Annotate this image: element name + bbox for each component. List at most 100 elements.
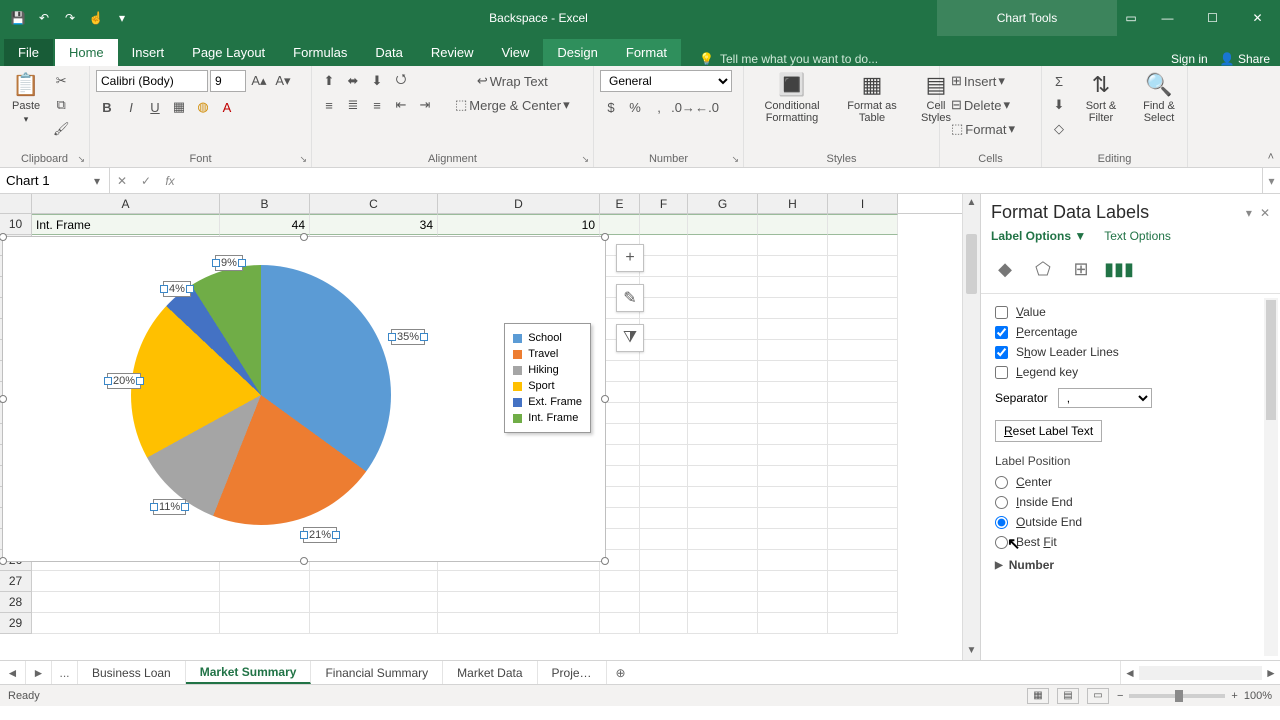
cut-icon[interactable]: ✂ <box>50 70 72 92</box>
cell[interactable] <box>828 550 898 571</box>
col-header[interactable]: A <box>32 194 220 213</box>
cell[interactable] <box>758 319 828 340</box>
col-header[interactable]: F <box>640 194 688 213</box>
cell[interactable] <box>600 508 640 529</box>
cell[interactable] <box>828 382 898 403</box>
cell[interactable] <box>758 592 828 613</box>
cell[interactable] <box>688 508 758 529</box>
border-button[interactable]: ▦ <box>168 96 190 118</box>
cell[interactable] <box>32 571 220 592</box>
cell[interactable] <box>640 235 688 256</box>
autosum-icon[interactable]: Σ <box>1048 70 1070 92</box>
tell-me-search[interactable]: 💡 Tell me what you want to do... <box>681 52 1171 66</box>
cell[interactable] <box>758 613 828 634</box>
view-normal-icon[interactable]: ▦ <box>1027 688 1049 704</box>
cell[interactable] <box>828 277 898 298</box>
font-name-combo[interactable] <box>96 70 208 92</box>
enter-formula-icon[interactable]: ✓ <box>134 168 158 193</box>
sheet-tab[interactable]: Business Loan <box>78 661 186 684</box>
number-section-header[interactable]: ▶ Number ↖ <box>995 552 1272 572</box>
cell[interactable]: 10 <box>438 214 600 235</box>
cell[interactable] <box>32 613 220 634</box>
cell[interactable] <box>828 571 898 592</box>
data-label[interactable]: 21% <box>303 527 337 543</box>
pane-scroll-thumb[interactable] <box>1266 300 1276 420</box>
cell[interactable] <box>758 277 828 298</box>
cell[interactable] <box>828 403 898 424</box>
orientation-icon[interactable]: ⭯ <box>390 70 412 92</box>
cell[interactable] <box>758 550 828 571</box>
insert-cells-button[interactable]: ⊞ Insert ▾ <box>946 70 1010 92</box>
separator-select[interactable]: , <box>1058 388 1152 408</box>
grow-font-icon[interactable]: A▴ <box>248 70 270 92</box>
cell[interactable] <box>688 277 758 298</box>
formula-input[interactable] <box>182 168 1262 193</box>
format-as-table-button[interactable]: ▦Format as Table <box>838 70 906 126</box>
tab-format[interactable]: Format <box>612 39 681 66</box>
cell[interactable] <box>640 613 688 634</box>
font-size-combo[interactable] <box>210 70 246 92</box>
pane-options-icon[interactable]: ▾ <box>1246 206 1252 220</box>
zoom-level[interactable]: 100% <box>1244 690 1272 702</box>
indent-dec-icon[interactable]: ⇤ <box>390 94 412 116</box>
cell[interactable] <box>310 613 438 634</box>
resize-handle[interactable] <box>300 557 308 565</box>
number-launcher-icon[interactable]: ↘ <box>731 154 739 165</box>
scroll-up-icon[interactable]: ▲ <box>963 194 980 212</box>
cell[interactable] <box>640 466 688 487</box>
cell[interactable] <box>758 214 828 235</box>
chart-object[interactable]: 35% 21% 11% 20% 4% 9% School Travel Hiki… <box>2 236 606 562</box>
cell[interactable] <box>828 319 898 340</box>
percentage-checkbox[interactable]: Percentage <box>995 322 1272 342</box>
maximize-icon[interactable]: ☐ <box>1190 0 1235 36</box>
scroll-thumb[interactable] <box>966 234 977 294</box>
tab-page-layout[interactable]: Page Layout <box>178 39 279 66</box>
cell[interactable] <box>688 214 758 235</box>
zoom-slider[interactable] <box>1129 694 1225 698</box>
cell[interactable] <box>688 592 758 613</box>
pie-chart[interactable] <box>131 265 391 525</box>
sheet-tab[interactable]: Financial Summary <box>311 661 443 684</box>
cell[interactable] <box>758 424 828 445</box>
cell[interactable] <box>600 529 640 550</box>
find-select-button[interactable]: 🔍Find & Select <box>1132 70 1186 126</box>
tab-more-icon[interactable]: ... <box>52 661 78 684</box>
cell[interactable] <box>640 550 688 571</box>
cell[interactable] <box>828 592 898 613</box>
conditional-formatting-button[interactable]: 🔳Conditional Formatting <box>750 70 834 126</box>
cell[interactable] <box>758 382 828 403</box>
cell[interactable] <box>600 445 640 466</box>
cell[interactable] <box>688 319 758 340</box>
select-all-button[interactable] <box>0 194 32 213</box>
chart-elements-button[interactable]: + <box>616 244 644 272</box>
sheet-tab[interactable]: Proje… <box>538 661 607 684</box>
percent-icon[interactable]: % <box>624 96 646 118</box>
row-header[interactable]: 10 <box>0 214 32 235</box>
cell[interactable] <box>438 592 600 613</box>
cell[interactable] <box>220 592 310 613</box>
cell[interactable]: 34 <box>310 214 438 235</box>
chart-filters-button[interactable]: ⧩ <box>616 324 644 352</box>
chart-legend[interactable]: School Travel Hiking Sport Ext. Frame In… <box>504 323 591 433</box>
cell[interactable] <box>828 508 898 529</box>
cell[interactable] <box>828 298 898 319</box>
cell[interactable] <box>688 550 758 571</box>
zoom-in-icon[interactable]: + <box>1231 690 1237 702</box>
cell[interactable] <box>758 487 828 508</box>
cell[interactable] <box>600 424 640 445</box>
cell[interactable] <box>828 466 898 487</box>
worksheet[interactable]: ABCDEFGHI 101112131415161718192021222324… <box>0 194 980 660</box>
name-box-dropdown-icon[interactable]: ▾ <box>88 174 106 188</box>
cell[interactable] <box>600 361 640 382</box>
cell[interactable] <box>220 571 310 592</box>
data-label[interactable]: 4% <box>163 281 191 297</box>
cell[interactable] <box>640 403 688 424</box>
align-right-icon[interactable]: ≡ <box>366 94 388 116</box>
share-button[interactable]: 👤 Share <box>1220 52 1270 66</box>
cell[interactable] <box>438 571 600 592</box>
cell[interactable] <box>688 466 758 487</box>
name-box-input[interactable] <box>0 173 88 188</box>
cell[interactable] <box>758 508 828 529</box>
fill-icon[interactable]: ⬇ <box>1048 94 1070 116</box>
collapse-ribbon-icon[interactable]: ˄ <box>1268 151 1274 163</box>
